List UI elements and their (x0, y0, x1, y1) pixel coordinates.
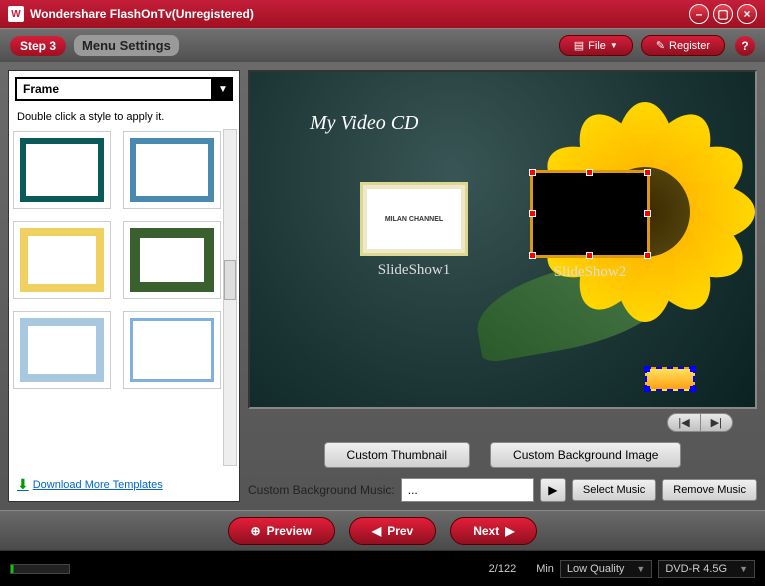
custom-background-button[interactable]: Custom Background Image (490, 442, 681, 468)
progress-text: 2/122 (489, 563, 517, 575)
prev-button[interactable]: ◀Prev (349, 517, 436, 545)
chevron-down-icon[interactable]: ▼ (213, 77, 233, 101)
preview-button[interactable]: ⊕Preview (228, 517, 335, 545)
remove-music-button[interactable]: Remove Music (662, 479, 757, 501)
minimize-button[interactable]: – (689, 4, 709, 24)
arrow-right-icon: ▶ (505, 524, 514, 538)
resize-handle[interactable] (529, 252, 536, 259)
music-path-field[interactable]: ... (401, 478, 534, 502)
menu-preview: My Video CD MILAN CHANNEL SlideShow1 Sli… (248, 70, 757, 409)
frame-category-value: Frame (15, 77, 213, 101)
frame-category-select[interactable]: Frame ▼ (15, 77, 233, 101)
frame-style[interactable] (13, 311, 111, 389)
statusbar: 2/122 Min Low Quality▼ DVD-R 4.5G▼ (0, 550, 765, 586)
resize-handle[interactable] (644, 252, 651, 259)
preview-nav: |◀ ▶| (248, 409, 757, 436)
media-select[interactable]: DVD-R 4.5G▼ (658, 560, 755, 578)
close-button[interactable]: × (737, 4, 757, 24)
slideshow-item-2-selected[interactable]: SlideShow2 (530, 170, 650, 281)
titlebar: W Wondershare FlashOnTv(Unregistered) – … (0, 0, 765, 28)
app-title: Wondershare FlashOnTv(Unregistered) (30, 7, 685, 21)
chevron-down-icon: ▼ (739, 564, 748, 574)
arrow-left-icon: ◀ (372, 524, 381, 538)
toolbar: Step 3 Menu Settings ▤File▼ ✎Register ? (0, 28, 765, 62)
frame-style[interactable] (123, 221, 221, 299)
main-area: Frame ▼ Double click a style to apply it… (0, 62, 765, 510)
slideshow-label: SlideShow1 (360, 262, 468, 279)
file-icon: ▤ (574, 39, 584, 52)
thumbnail-image: MILAN CHANNEL (367, 189, 461, 249)
custom-thumbnail-button[interactable]: Custom Thumbnail (324, 442, 471, 468)
play-icon: ▶ (548, 483, 557, 497)
step-title: Menu Settings (74, 35, 179, 56)
hint-text: Double click a style to apply it. (9, 107, 239, 127)
maximize-button[interactable]: ▢ (713, 4, 733, 24)
step-badge: Step 3 (10, 36, 66, 56)
key-icon: ✎ (656, 39, 665, 52)
scrollbar[interactable] (223, 129, 237, 466)
register-button[interactable]: ✎Register (641, 35, 725, 56)
menu-title[interactable]: My Video CD (310, 112, 419, 135)
frame-panel: Frame ▼ Double click a style to apply it… (8, 70, 240, 502)
help-button[interactable]: ? (735, 36, 755, 56)
resize-handle[interactable] (586, 252, 593, 259)
footer-nav: ⊕Preview ◀Prev Next▶ (0, 510, 765, 550)
progress-bar (10, 564, 70, 574)
preview-panel: My Video CD MILAN CHANNEL SlideShow1 Sli… (248, 70, 757, 502)
slideshow-label: SlideShow2 (530, 264, 650, 281)
frame-style[interactable] (13, 221, 111, 299)
download-icon: ⬇ (17, 476, 29, 493)
music-label: Custom Background Music: (248, 483, 395, 497)
resize-handle[interactable] (529, 169, 536, 176)
resize-handle[interactable] (586, 169, 593, 176)
next-page-button[interactable]: ▶| (701, 414, 732, 431)
custom-controls: Custom Thumbnail Custom Background Image (248, 442, 757, 468)
resize-handle[interactable] (644, 169, 651, 176)
chevron-down-icon: ▼ (610, 41, 618, 50)
resize-handle[interactable] (529, 210, 536, 217)
download-templates-link[interactable]: ⬇Download More Templates (9, 468, 239, 501)
play-music-button[interactable]: ▶ (540, 478, 566, 502)
frame-style[interactable] (123, 131, 221, 209)
prev-page-button[interactable]: |◀ (668, 414, 700, 431)
slideshow-item-1[interactable]: MILAN CHANNEL SlideShow1 (360, 182, 468, 279)
slideshow-thumbnail (530, 170, 650, 258)
slideshow-thumbnail: MILAN CHANNEL (360, 182, 468, 256)
frame-styles-grid (9, 127, 239, 468)
app-icon: W (8, 6, 24, 22)
next-button[interactable]: Next▶ (450, 517, 537, 545)
frame-style[interactable] (123, 311, 221, 389)
nav-button-selected[interactable] (645, 367, 695, 391)
frame-style[interactable] (13, 131, 111, 209)
music-controls: Custom Background Music: ... ▶ Select Mu… (248, 478, 757, 502)
chevron-down-icon: ▼ (636, 564, 645, 574)
quality-select[interactable]: Low Quality▼ (560, 560, 652, 578)
scroll-thumb[interactable] (224, 260, 236, 300)
select-music-button[interactable]: Select Music (572, 479, 656, 501)
resize-handle[interactable] (644, 210, 651, 217)
unit-text: Min (536, 563, 554, 575)
file-button[interactable]: ▤File▼ (559, 35, 633, 56)
preview-icon: ⊕ (251, 524, 261, 538)
